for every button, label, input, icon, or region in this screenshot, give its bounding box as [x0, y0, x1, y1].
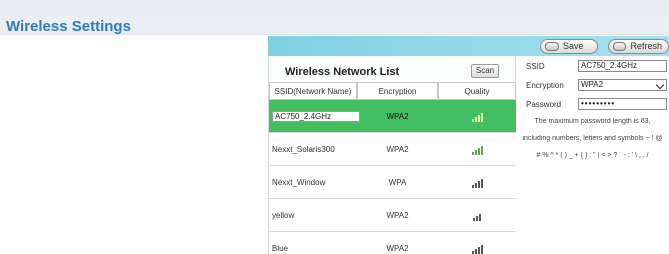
encryption-cell: WPA2 — [386, 112, 409, 121]
column-header-quality: Quality — [438, 82, 516, 100]
save-icon — [545, 42, 559, 51]
encryption-cell: WPA2 — [386, 145, 409, 154]
column-header-encryption: Encryption — [357, 82, 438, 100]
password-note-line2: including numbers, letters and symbols ~… — [522, 135, 663, 142]
password-note-line3: # % ^ * ( ) _ + { } : " | < > ? ` - ; ' … — [536, 152, 649, 159]
table-row[interactable]: Nexxt_Solaris300 WPA2 — [269, 133, 516, 166]
signal-strength-icon — [471, 244, 483, 254]
encryption-select[interactable]: WPA2 — [578, 79, 667, 91]
table-row[interactable]: AC750_2.4GHz WPA2 — [269, 100, 516, 133]
list-header: Wireless Network List Scan — [269, 56, 515, 84]
refresh-button[interactable]: Refresh — [608, 39, 669, 54]
refresh-icon — [613, 42, 627, 51]
ssid-cell: Blue — [272, 244, 289, 253]
password-field[interactable]: ••••••••• — [578, 98, 667, 110]
encryption-cell: WPA — [388, 178, 407, 187]
ssid-cell: yellow — [272, 211, 295, 220]
wireless-network-list: Wireless Network List Scan SSID(Network … — [268, 56, 516, 254]
password-note-line1: The maximum password length is 63, — [534, 118, 651, 125]
encryption-value: WPA2 — [581, 80, 604, 89]
signal-strength-icon — [473, 211, 481, 221]
encryption-cell: WPA2 — [386, 211, 409, 220]
save-label: Save — [563, 41, 584, 51]
signal-strength-icon — [471, 145, 483, 155]
password-label: Password — [526, 100, 562, 109]
ssid-field[interactable]: AC750_2.4GHz — [578, 60, 667, 72]
encryption-label: Encryption — [526, 81, 564, 90]
list-title: Wireless Network List — [285, 66, 400, 78]
ssid-cell: AC750_2.4GHz — [272, 111, 360, 122]
chevron-down-icon — [655, 80, 665, 90]
signal-strength-icon — [471, 178, 483, 188]
ssid-cell: Nexxt_Window — [272, 178, 326, 187]
encryption-cell: WPA2 — [386, 244, 409, 253]
table-row[interactable]: yellow WPA2 — [269, 199, 516, 232]
page-title: Wireless Settings — [6, 18, 131, 35]
column-header-ssid: SSID(Network Name) — [269, 82, 357, 100]
signal-strength-icon — [471, 112, 483, 122]
ssid-cell: Nexxt_Solaris300 — [272, 145, 335, 154]
wireless-settings-panel: SSID AC750_2.4GHz Encryption WPA2 Passwo… — [516, 56, 669, 254]
ssid-label: SSID — [526, 62, 545, 71]
save-button[interactable]: Save — [540, 39, 598, 54]
scan-button[interactable]: Scan — [471, 64, 499, 78]
table-row[interactable]: Nexxt_Window WPA — [269, 166, 516, 199]
table-row[interactable]: Blue WPA2 — [269, 232, 516, 254]
refresh-label: Refresh — [630, 41, 662, 51]
